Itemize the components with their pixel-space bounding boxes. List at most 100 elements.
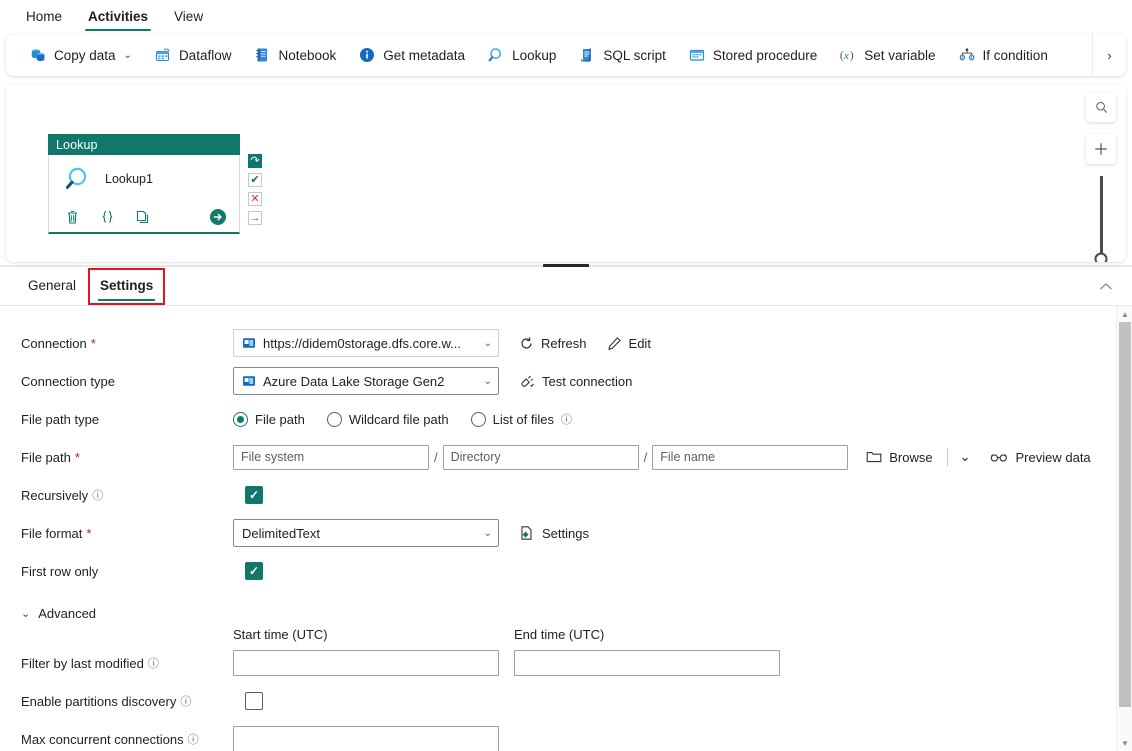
- max-concurrent-controls: [233, 726, 499, 751]
- field-row-first-row-only: First row only: [0, 552, 1116, 590]
- copy-icon[interactable]: [135, 209, 150, 225]
- svg-text:): ): [850, 49, 854, 62]
- scrollbar-thumb[interactable]: [1119, 322, 1131, 707]
- magnifier-icon: [487, 46, 505, 64]
- collapse-panel-button[interactable]: [1094, 275, 1118, 299]
- divider: [946, 448, 948, 466]
- ribbon-tab-strip: Home Activities View: [0, 0, 1132, 31]
- on-success-badge[interactable]: ✔: [248, 173, 262, 187]
- end-time-header: End time (UTC): [514, 627, 605, 642]
- on-completion-badge[interactable]: →: [248, 211, 262, 225]
- if-condition-button[interactable]: If condition: [947, 39, 1059, 71]
- radio-file-path-label: File path: [255, 411, 305, 427]
- dataflow-button[interactable]: Dataflow: [143, 39, 243, 71]
- on-failure-badge[interactable]: ✕: [248, 192, 262, 206]
- end-time-input[interactable]: [514, 650, 780, 676]
- activity-node-lookup1[interactable]: Lookup Lookup1 ↷ ✔ ✕ →: [48, 134, 262, 234]
- tab-general[interactable]: General: [18, 270, 86, 303]
- get-metadata-button[interactable]: Get metadata: [347, 39, 476, 71]
- field-row-enable-partitions-discovery: Enable partitions discovery ⓘ: [0, 682, 1116, 720]
- file-system-input[interactable]: File system: [233, 444, 429, 470]
- stored-procedure-button[interactable]: Stored procedure: [677, 39, 828, 71]
- max-concurrent-connections-label: Max concurrent connections: [21, 731, 184, 747]
- refresh-icon: [519, 336, 534, 351]
- delete-icon[interactable]: [65, 209, 80, 225]
- notebook-button[interactable]: Notebook: [242, 39, 347, 71]
- first-row-only-checkbox[interactable]: [245, 562, 263, 580]
- connection-icon: [242, 374, 256, 388]
- filter-by-last-modified-label: Filter by last modified: [21, 655, 144, 671]
- info-icon[interactable]: ⓘ: [92, 487, 103, 503]
- connection-type-dropdown[interactable]: Azure Data Lake Storage Gen2 ⌄: [233, 367, 499, 395]
- file-format-label: File format: [21, 525, 83, 541]
- svg-text:x: x: [843, 50, 849, 62]
- stored-procedure-label: Stored procedure: [712, 47, 818, 63]
- file-format-dropdown[interactable]: DelimitedText ⌄: [233, 519, 499, 547]
- browse-options-chevron[interactable]: ⌄: [952, 443, 979, 471]
- directory-input[interactable]: Directory: [442, 444, 639, 470]
- ribbon-tab-home[interactable]: Home: [14, 6, 74, 31]
- test-connection-button[interactable]: Test connection: [509, 367, 642, 395]
- stored-procedure-icon: [688, 46, 706, 64]
- settings-scrollbar[interactable]: ▲ ▼: [1116, 306, 1132, 751]
- preview-data-button[interactable]: Preview data: [979, 443, 1101, 471]
- command-bar-overflow-button[interactable]: ›: [1092, 34, 1126, 76]
- settings-panel: Connection * https://didem0storage.dfs.c…: [0, 305, 1132, 751]
- connection-dropdown[interactable]: https://didem0storage.dfs.core.w... ⌄: [233, 329, 499, 357]
- connection-value: https://didem0storage.dfs.core.w...: [263, 335, 461, 351]
- settings-form: Connection * https://didem0storage.dfs.c…: [0, 306, 1116, 751]
- info-icon[interactable]: ⓘ: [188, 731, 199, 747]
- advanced-section-toggle[interactable]: ⌄ Advanced: [0, 590, 1116, 627]
- lookup-button[interactable]: Lookup: [476, 39, 567, 71]
- recursively-label-group: Recursively ⓘ: [21, 487, 233, 503]
- radio-list-of-files[interactable]: List of files ⓘ: [470, 411, 572, 427]
- ribbon-tab-activities[interactable]: Activities: [76, 6, 160, 31]
- radio-file-path[interactable]: File path: [233, 411, 305, 427]
- ribbon-tab-view[interactable]: View: [162, 6, 215, 31]
- browse-button[interactable]: Browse: [856, 443, 942, 471]
- pipeline-canvas[interactable]: Lookup Lookup1 ↷ ✔ ✕ →: [6, 84, 1126, 262]
- braces-icon[interactable]: [100, 209, 115, 225]
- info-icon[interactable]: ⓘ: [561, 411, 572, 427]
- zoom-in-button[interactable]: [1086, 134, 1116, 164]
- sql-script-button[interactable]: SQL script: [567, 39, 677, 71]
- copy-data-button[interactable]: Copy data ⌄: [18, 39, 143, 71]
- file-path-controls: File system / Directory / File name Brow…: [233, 443, 1101, 471]
- recursively-checkbox[interactable]: [245, 486, 263, 504]
- connection-type-label: Connection type: [21, 373, 115, 389]
- max-concurrent-connections-label-group: Max concurrent connections ⓘ: [21, 731, 233, 747]
- chevron-down-icon: ⌄: [483, 337, 492, 349]
- get-metadata-label: Get metadata: [383, 47, 466, 63]
- arrow-right-circle-icon[interactable]: [209, 208, 227, 226]
- file-name-input[interactable]: File name: [652, 444, 849, 470]
- connection-icon: [242, 336, 256, 350]
- edit-connection-button[interactable]: Edit: [597, 329, 661, 357]
- scroll-down-arrow[interactable]: ▼: [1117, 735, 1132, 751]
- copy-data-label: Copy data: [54, 47, 116, 63]
- activities-command-bar: Copy data ⌄ Dataflow Notebook Get metada…: [6, 34, 1126, 76]
- required-asterisk: *: [74, 449, 80, 465]
- start-time-input[interactable]: [233, 650, 499, 676]
- zoom-to-fit-button[interactable]: [1086, 92, 1116, 122]
- zoom-slider[interactable]: [1094, 176, 1108, 262]
- set-variable-button[interactable]: ( x ) Set variable: [828, 39, 946, 71]
- file-format-settings-button[interactable]: Settings: [509, 519, 599, 547]
- first-row-only-label: First row only: [21, 563, 99, 579]
- info-icon[interactable]: ⓘ: [148, 655, 159, 671]
- radio-dot-selected: [233, 411, 248, 427]
- info-icon[interactable]: ⓘ: [180, 693, 191, 709]
- test-connection-icon: [519, 374, 535, 389]
- max-concurrent-connections-input[interactable]: [233, 726, 499, 751]
- advanced-label: Advanced: [38, 606, 97, 621]
- field-row-file-format: File format * DelimitedText ⌄ Settings: [0, 514, 1116, 552]
- radio-wildcard-file-path[interactable]: Wildcard file path: [326, 411, 449, 427]
- enable-partitions-discovery-checkbox[interactable]: [245, 692, 263, 710]
- chevron-down-icon[interactable]: ⌄: [124, 50, 132, 61]
- tab-settings[interactable]: Settings: [88, 267, 166, 305]
- zoom-slider-handle[interactable]: [1094, 252, 1108, 262]
- field-row-filter-by-last-modified: Filter by last modified ⓘ: [0, 644, 1116, 682]
- scroll-up-arrow[interactable]: ▲: [1117, 306, 1132, 322]
- on-skip-badge[interactable]: ↷: [248, 154, 262, 168]
- connection-label: Connection: [21, 335, 87, 351]
- refresh-connection-button[interactable]: Refresh: [509, 329, 597, 357]
